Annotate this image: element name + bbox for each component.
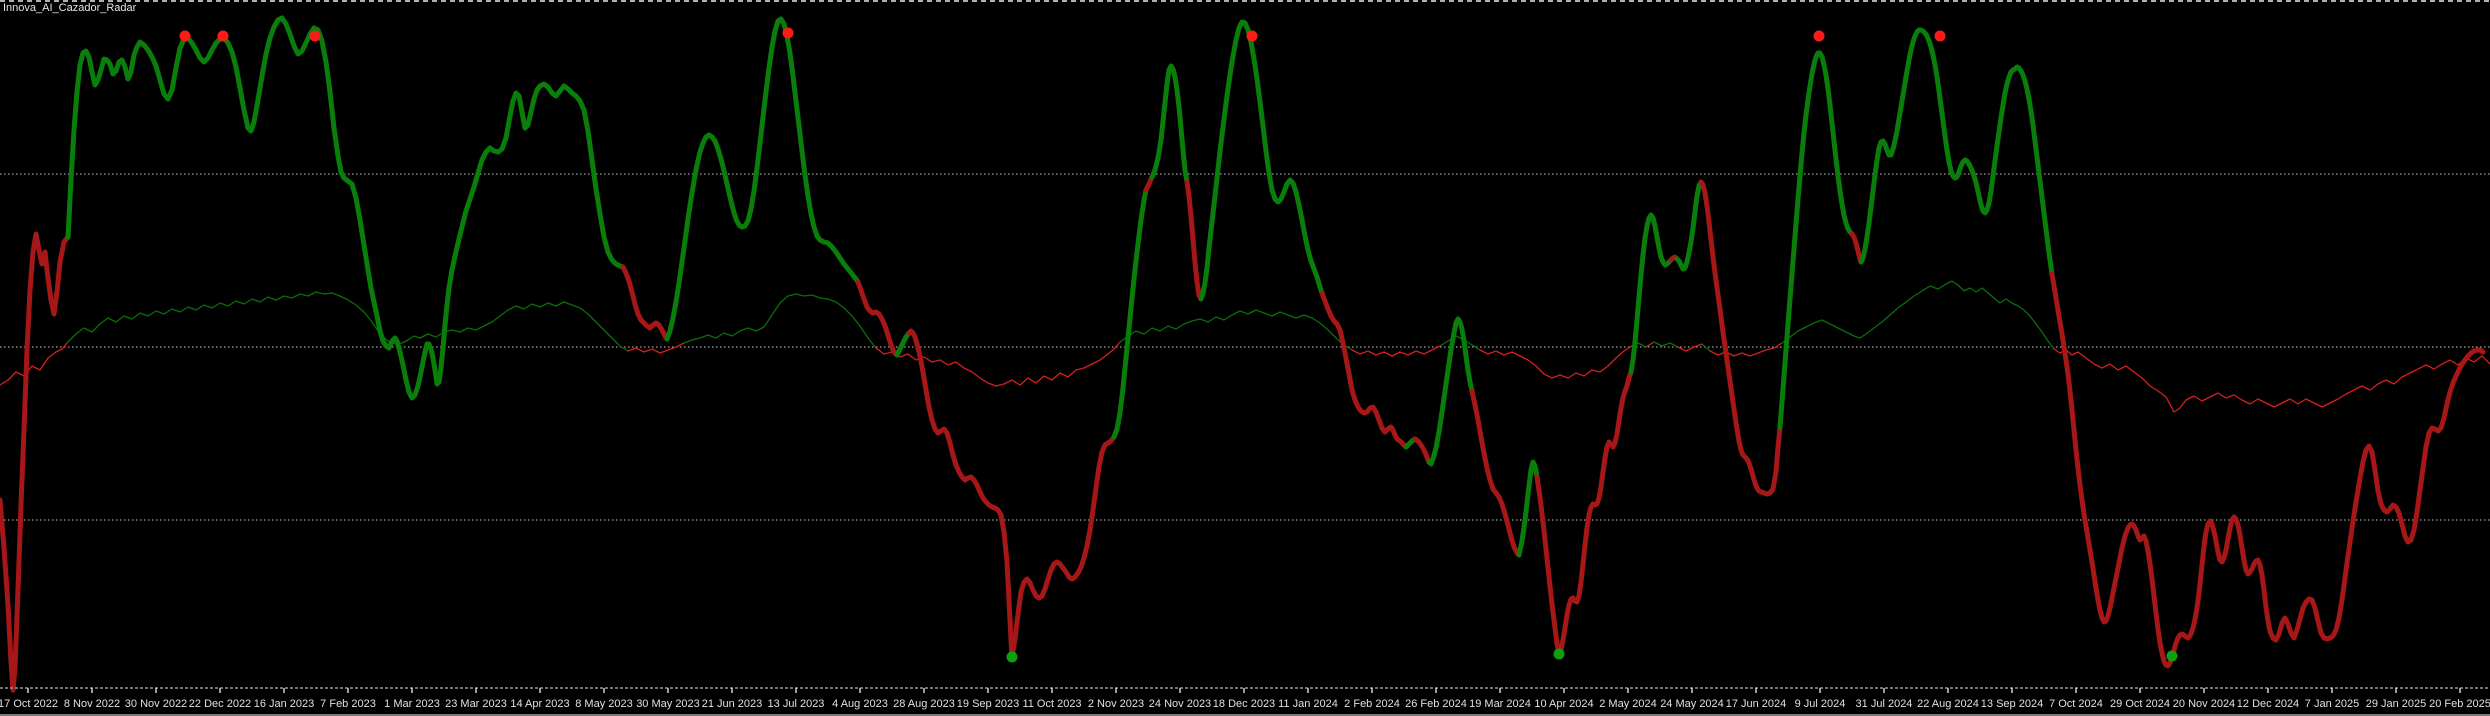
thin-signal-line-green <box>684 294 876 348</box>
x-axis-label[interactable]: 11 Jan 2024 <box>1278 698 1338 710</box>
x-axis-label[interactable]: 24 Nov 2023 <box>1149 698 1211 710</box>
radar-line-bearish-segment <box>0 234 68 690</box>
radar-line-bullish-segment <box>1152 66 1187 182</box>
x-axis-label[interactable]: 12 Dec 2024 <box>2237 698 2299 710</box>
x-axis-label[interactable]: 9 Jul 2024 <box>1795 698 1846 710</box>
x-axis-label[interactable]: 22 Aug 2024 <box>1917 698 1979 710</box>
thin-signal-line-red <box>876 342 1120 386</box>
radar-line-bullish-segment <box>1631 215 1671 372</box>
thin-signal-line-green <box>1654 342 1678 347</box>
radar-line-bearish-segment <box>1322 293 1406 447</box>
x-axis-label[interactable]: 8 Nov 2022 <box>64 698 120 710</box>
x-axis-label[interactable]: 13 Jul 2023 <box>768 698 825 710</box>
x-axis-label[interactable]: 19 Mar 2024 <box>1469 698 1531 710</box>
x-axis-label[interactable]: 26 Feb 2024 <box>1405 698 1467 710</box>
x-axis-label[interactable]: 1 Mar 2023 <box>384 698 440 710</box>
x-axis-label[interactable]: 17 Jun 2024 <box>1726 698 1787 710</box>
x-axis-label[interactable]: 14 Apr 2023 <box>510 698 569 710</box>
x-axis-label[interactable]: 2 Nov 2023 <box>1088 698 1144 710</box>
buy-signal-dot <box>2167 651 2178 662</box>
x-axis-label[interactable]: 31 Jul 2024 <box>1856 698 1913 710</box>
sell-signal-dot <box>1935 31 1946 42</box>
x-axis-label[interactable]: 20 Nov 2024 <box>2173 698 2235 710</box>
radar-line-bullish-segment <box>897 333 909 355</box>
radar-line-bullish-segment <box>1861 30 2052 274</box>
sell-signal-dot <box>1814 31 1825 42</box>
radar-line-bullish-segment <box>667 19 858 339</box>
thin-signal-line-green <box>1782 281 2054 349</box>
radar-line-bullish-segment <box>1201 22 1322 299</box>
x-axis-label[interactable]: 29 Oct 2024 <box>2110 698 2170 710</box>
radar-chart-canvas[interactable]: 17 Oct 2022 8 Nov 2022 30 Nov 202222 Dec 2… <box>0 0 2490 716</box>
x-axis-label[interactable]: 8 May 2023 <box>575 698 632 710</box>
x-axis-label[interactable]: 4 Aug 2023 <box>832 698 888 710</box>
x-axis-label[interactable]: 23 Mar 2023 <box>445 698 507 710</box>
x-axis-label[interactable]: 28 Aug 2023 <box>893 698 955 710</box>
x-axis-label[interactable]: 21 Jun 2023 <box>702 698 763 710</box>
thin-signal-line-red <box>1646 342 1654 347</box>
thin-signal-line-green <box>1440 336 1480 350</box>
radar-line-bearish-segment <box>1187 182 1201 299</box>
thin-signal-line-red <box>1678 344 1702 351</box>
x-axis-label[interactable]: 22 Dec 2022 <box>189 698 251 710</box>
x-axis-label[interactable]: 7 Feb 2023 <box>320 698 376 710</box>
x-axis-label[interactable]: 19 Sep 2023 <box>957 698 1019 710</box>
sell-signal-dot <box>1247 31 1258 42</box>
radar-line-bearish-segment <box>1701 182 1780 494</box>
radar-line-bullish-segment <box>1519 462 1537 555</box>
sell-signal-dot <box>783 28 794 39</box>
x-axis-label[interactable]: 11 Oct 2023 <box>1022 698 1081 710</box>
x-axis-label[interactable]: 18 Dec 2023 <box>1213 698 1275 710</box>
indicator-subwindow[interactable]: Innova_AI_Cazador_Radar 17 Oct 2022 8 Nov… <box>0 0 2490 716</box>
x-axis-label[interactable]: 30 Nov 2022 <box>125 698 187 710</box>
x-axis-label[interactable]: 16 Jan 2023 <box>254 698 315 710</box>
radar-line-bearish-segment <box>858 282 897 355</box>
radar-line-bullish-segment <box>68 18 623 398</box>
buy-signal-dot <box>1554 649 1565 660</box>
sell-signal-dot <box>218 31 229 42</box>
thin-signal-line-red <box>1480 343 1638 378</box>
radar-line-bearish-segment <box>1472 391 1519 555</box>
x-axis-label[interactable]: 13 Sep 2024 <box>1981 698 2043 710</box>
x-axis-label[interactable]: 7 Jan 2025 <box>2305 698 2359 710</box>
x-axis-label[interactable]: 17 Oct 2022 <box>0 698 58 710</box>
x-axis-label[interactable]: 29 Jan 2025 <box>2366 698 2427 710</box>
x-axis-label[interactable]: 30 May 2023 <box>636 698 700 710</box>
radar-line-bullish-segment <box>1677 182 1701 269</box>
radar-line-bearish-segment <box>2052 274 2483 666</box>
thin-signal-line-red <box>2054 349 2490 412</box>
radar-line-bearish-segment <box>1537 372 1631 653</box>
indicator-name-label: Innova_AI_Cazador_Radar <box>3 2 136 15</box>
thin-signal-line-red <box>0 342 68 385</box>
thin-signal-line-green <box>68 292 628 351</box>
radar-line-bullish-segment <box>1780 53 1852 427</box>
x-axis-label[interactable]: 10 Apr 2024 <box>1534 698 1593 710</box>
thin-signal-line-red <box>628 343 684 353</box>
radar-line-bullish-segment <box>1429 319 1472 464</box>
thin-signal-line-green <box>1120 310 1352 350</box>
radar-line-bullish-segment <box>1114 190 1146 437</box>
sell-signal-dot <box>310 31 321 42</box>
x-axis-label[interactable]: 2 May 2024 <box>1599 698 1656 710</box>
radar-line-bearish-segment <box>909 331 1012 657</box>
x-axis-label[interactable]: 2 Feb 2024 <box>1344 698 1400 710</box>
radar-line-bearish-segment <box>623 267 667 339</box>
radar-line-bearish-segment <box>1012 437 1114 657</box>
buy-signal-dot <box>1007 652 1018 663</box>
x-axis-label[interactable]: 20 Feb 2025 <box>2429 698 2490 710</box>
thin-signal-line-red <box>1710 343 1782 356</box>
radar-line-bearish-segment <box>1852 234 1861 262</box>
sell-signal-dot <box>180 31 191 42</box>
x-axis-label[interactable]: 7 Oct 2024 <box>2049 698 2103 710</box>
x-axis-label[interactable]: 24 May 2024 <box>1660 698 1724 710</box>
thin-signal-line-green <box>1638 343 1646 347</box>
radar-line-bearish-segment <box>1415 439 1429 462</box>
